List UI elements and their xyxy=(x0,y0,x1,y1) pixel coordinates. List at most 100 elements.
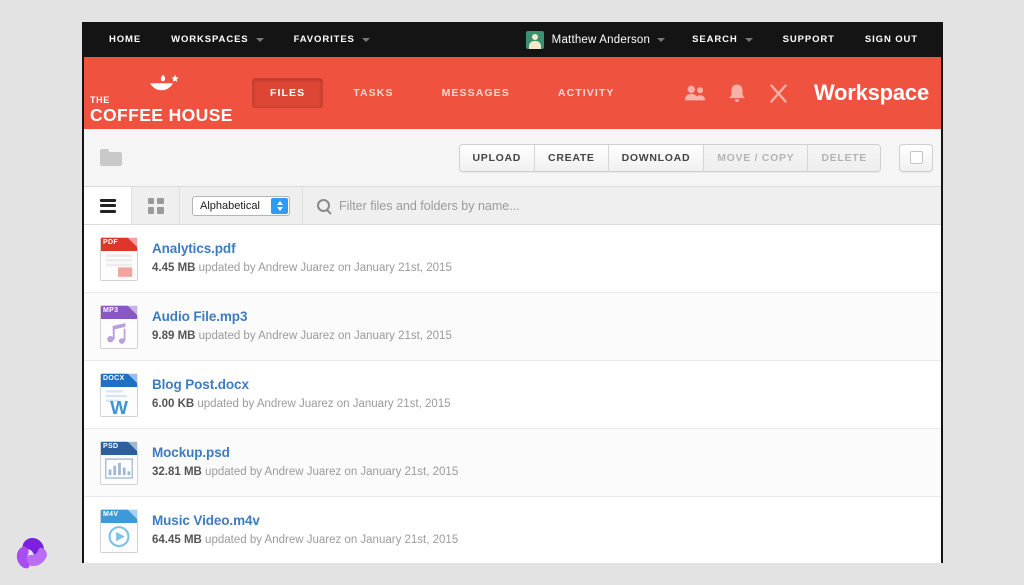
brand-header-actions: Workspace xyxy=(682,57,929,129)
sort-select-value: Alphabetical xyxy=(200,199,260,212)
table-row[interactable]: M4V Music Video.m4v 64.45 MB updated by … xyxy=(84,497,941,563)
file-meta: 64.45 MB updated by Andrew Juarez on Jan… xyxy=(152,533,458,549)
filter-toolbar: Alphabetical xyxy=(84,187,941,225)
file-updated: updated by Andrew Juarez on January 21st… xyxy=(194,398,451,411)
file-ext-label: MP3 xyxy=(103,306,119,314)
image-icon: PSD xyxy=(100,440,138,485)
file-updated: updated by Andrew Juarez on January 21st… xyxy=(201,534,459,547)
table-row[interactable]: PDF Analytics.pdf 4.45 MB updated by And… xyxy=(84,225,941,293)
file-action-buttons: UPLOAD CREATE DOWNLOAD MOVE / COPY DELET… xyxy=(458,143,881,172)
file-list: PDF Analytics.pdf 4.45 MB updated by And… xyxy=(84,225,941,563)
search-input[interactable] xyxy=(339,198,901,213)
tab-activity[interactable]: ACTIVITY xyxy=(540,78,633,108)
button-label: MOVE / COPY xyxy=(717,151,795,164)
nav-item-workspaces[interactable]: WORKSPACES xyxy=(156,22,278,57)
file-name[interactable]: Blog Post.docx xyxy=(152,376,451,394)
sort-control: Alphabetical xyxy=(180,187,303,224)
grid-view-button[interactable] xyxy=(132,187,180,224)
file-name[interactable]: Music Video.m4v xyxy=(152,512,458,530)
nav-item-label: FAVORITES xyxy=(293,34,355,45)
nav-item-sign-out[interactable]: SIGN OUT xyxy=(850,22,933,57)
file-info: Music Video.m4v 64.45 MB updated by Andr… xyxy=(152,512,458,549)
sort-select[interactable]: Alphabetical xyxy=(192,195,290,216)
people-icon[interactable] xyxy=(682,80,708,106)
global-nav-left: HOME WORKSPACES FAVORITES xyxy=(84,22,385,57)
checkbox-icon xyxy=(909,151,923,164)
file-meta: 9.89 MB updated by Andrew Juarez on Janu… xyxy=(152,329,452,345)
tab-messages[interactable]: MESSAGES xyxy=(424,78,528,108)
user-menu[interactable]: Matthew Anderson xyxy=(520,30,677,49)
nav-item-label: SEARCH xyxy=(692,34,738,45)
tab-files[interactable]: FILES xyxy=(252,78,324,108)
page-title: Workspace xyxy=(813,80,929,105)
global-nav-right: Matthew Anderson SEARCH SUPPORT SIGN OUT xyxy=(520,22,933,57)
tab-label: ACTIVITY xyxy=(557,87,615,99)
nav-item-label: SIGN OUT xyxy=(864,34,918,45)
table-row[interactable]: DOCX W Blog Post.docx 6.00 KB updated by… xyxy=(84,361,941,429)
button-label: CREATE xyxy=(548,151,595,164)
chevron-down-icon xyxy=(361,37,370,42)
tab-label: FILES xyxy=(270,87,306,99)
chevron-down-icon xyxy=(255,37,264,42)
file-updated: updated by Andrew Juarez on January 21st… xyxy=(201,466,459,479)
word-icon: DOCX W xyxy=(100,372,138,417)
file-updated: updated by Andrew Juarez on January 21st… xyxy=(195,330,452,343)
list-view-icon xyxy=(99,196,116,215)
file-size: 6.00 KB xyxy=(152,398,195,411)
pdf-icon: PDF xyxy=(100,236,138,281)
bell-icon[interactable] xyxy=(724,80,750,106)
file-size: 9.89 MB xyxy=(152,330,196,343)
svg-text:W: W xyxy=(110,397,128,414)
file-name[interactable]: Analytics.pdf xyxy=(152,240,452,258)
filter-search xyxy=(303,187,941,224)
file-meta: 6.00 KB updated by Andrew Juarez on Janu… xyxy=(152,397,451,413)
delete-button: DELETE xyxy=(808,144,880,171)
download-button[interactable]: DOWNLOAD xyxy=(608,144,705,171)
upload-button[interactable]: UPLOAD xyxy=(459,144,536,171)
grid-view-icon xyxy=(147,197,164,214)
coffee-cup-star-icon xyxy=(146,73,180,95)
select-all-button[interactable] xyxy=(899,143,933,172)
nav-item-label: HOME xyxy=(109,34,142,45)
nav-item-home[interactable]: HOME xyxy=(94,22,156,57)
pinwheel-logo xyxy=(14,535,50,571)
button-label: DOWNLOAD xyxy=(621,151,691,164)
table-row[interactable]: PSD Mockup.psd 32.81 MB updated by Andre… xyxy=(84,429,941,497)
file-info: Audio File.mp3 9.89 MB updated by Andrew… xyxy=(152,308,452,345)
table-row[interactable]: MP3 Audio File.mp3 9.89 MB updated by An… xyxy=(84,293,941,361)
move-copy-button: MOVE / COPY xyxy=(704,144,809,171)
file-size: 32.81 MB xyxy=(152,466,202,479)
nav-item-search[interactable]: SEARCH xyxy=(677,22,768,57)
file-ext-label: M4V xyxy=(103,510,119,518)
file-name[interactable]: Audio File.mp3 xyxy=(152,308,452,326)
nav-item-support[interactable]: SUPPORT xyxy=(768,22,850,57)
brand-logo-the: THE xyxy=(90,95,110,105)
file-updated: updated by Andrew Juarez on January 21st… xyxy=(195,262,452,275)
global-nav: HOME WORKSPACES FAVORITES Matthew Anders… xyxy=(84,22,941,57)
brand-header: THE COFFEE HOUSE FILES TASKS MESSAGES AC… xyxy=(84,57,941,129)
tab-tasks[interactable]: TASKS xyxy=(335,78,411,108)
file-ext-label: DOCX xyxy=(103,374,125,382)
chevron-down-icon xyxy=(657,37,666,42)
file-ext-label: PSD xyxy=(103,442,119,450)
app-window: HOME WORKSPACES FAVORITES Matthew Anders… xyxy=(82,22,943,563)
tools-icon[interactable] xyxy=(766,80,792,106)
file-name[interactable]: Mockup.psd xyxy=(152,444,458,462)
file-info: Mockup.psd 32.81 MB updated by Andrew Ju… xyxy=(152,444,458,481)
folder-icon[interactable] xyxy=(100,149,122,166)
music-notes-icon: MP3 xyxy=(100,304,138,349)
file-size: 64.45 MB xyxy=(152,534,202,547)
brand-logo-name: COFFEE HOUSE xyxy=(90,105,233,125)
stepper-icon[interactable] xyxy=(271,197,288,214)
play-icon: M4V xyxy=(100,508,138,553)
list-view-button[interactable] xyxy=(84,187,132,224)
nav-item-label: SUPPORT xyxy=(782,34,835,45)
avatar xyxy=(525,30,544,49)
file-meta: 32.81 MB updated by Andrew Juarez on Jan… xyxy=(152,465,458,481)
nav-item-favorites[interactable]: FAVORITES xyxy=(279,22,385,57)
create-button[interactable]: CREATE xyxy=(535,144,609,171)
section-tabs: FILES TASKS MESSAGES ACTIVITY xyxy=(252,57,645,129)
action-toolbar: UPLOAD CREATE DOWNLOAD MOVE / COPY DELET… xyxy=(84,129,941,187)
tab-label: TASKS xyxy=(353,87,394,99)
search-icon xyxy=(317,199,330,212)
